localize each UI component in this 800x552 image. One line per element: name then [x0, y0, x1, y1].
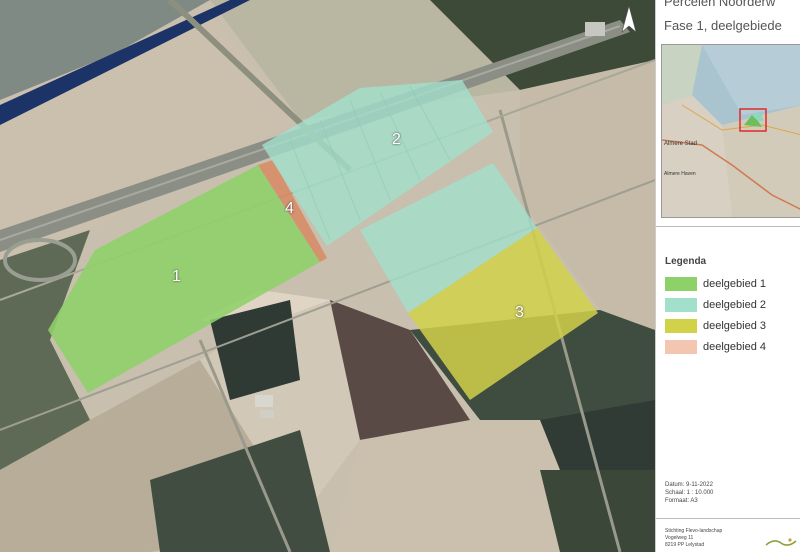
north-arrow-icon	[618, 6, 640, 40]
map-format: Formaat: A3	[665, 498, 698, 504]
legend-swatch-1	[665, 277, 697, 291]
flevo-landschap-logo-icon	[764, 536, 798, 550]
inset-label-almere-haven: Almere Haven	[664, 171, 696, 177]
legend-swatch-3	[665, 319, 697, 333]
aerial-map[interactable]: 1 2 3 4	[0, 0, 655, 552]
legend-item-4: deelgebied 4	[665, 339, 766, 355]
legend-title: Legenda	[665, 256, 707, 267]
legend-item-2: deelgebied 2	[665, 297, 766, 313]
legend-item-3: deelgebied 3	[665, 318, 766, 334]
inset-canvas: Almere Stad Almere Haven	[662, 45, 800, 217]
overview-inset-map[interactable]: Almere Stad Almere Haven	[661, 44, 800, 218]
legend-item-1: deelgebied 1	[665, 276, 766, 292]
panel-divider	[656, 226, 800, 227]
inset-label-almere-stad: Almere Stad	[664, 141, 697, 147]
org-name: Stichting Flevo-landschap	[665, 528, 723, 534]
map-side-panel: Percelen Noorderw Fase 1, deelgebiede Al…	[655, 0, 800, 552]
map-scale: Schaal: 1 : 10.000	[665, 490, 714, 496]
plot-label-4: 4	[285, 200, 294, 217]
plot-label-3: 3	[515, 304, 524, 321]
map-canvas	[0, 0, 655, 552]
panel-divider-bottom	[656, 518, 800, 519]
legend-swatch-2	[665, 298, 697, 312]
legend-label-4: deelgebied 4	[703, 341, 767, 353]
legend-label-2: deelgebied 2	[703, 299, 767, 311]
legend-label-1: deelgebied 1	[703, 278, 767, 290]
plot-label-1: 1	[172, 268, 181, 285]
plot-label-2: 2	[392, 131, 401, 148]
org-city: 8219 PP Lelystad	[665, 542, 705, 548]
legend-swatch-4	[665, 340, 697, 354]
org-street: Vogelweg 11	[665, 535, 694, 541]
map-subtitle: Fase 1, deelgebiede	[664, 18, 782, 33]
map-date: Datum: 9-11-2022	[665, 482, 713, 488]
legend-label-3: deelgebied 3	[703, 320, 767, 332]
map-title: Percelen Noorderw	[664, 0, 776, 9]
